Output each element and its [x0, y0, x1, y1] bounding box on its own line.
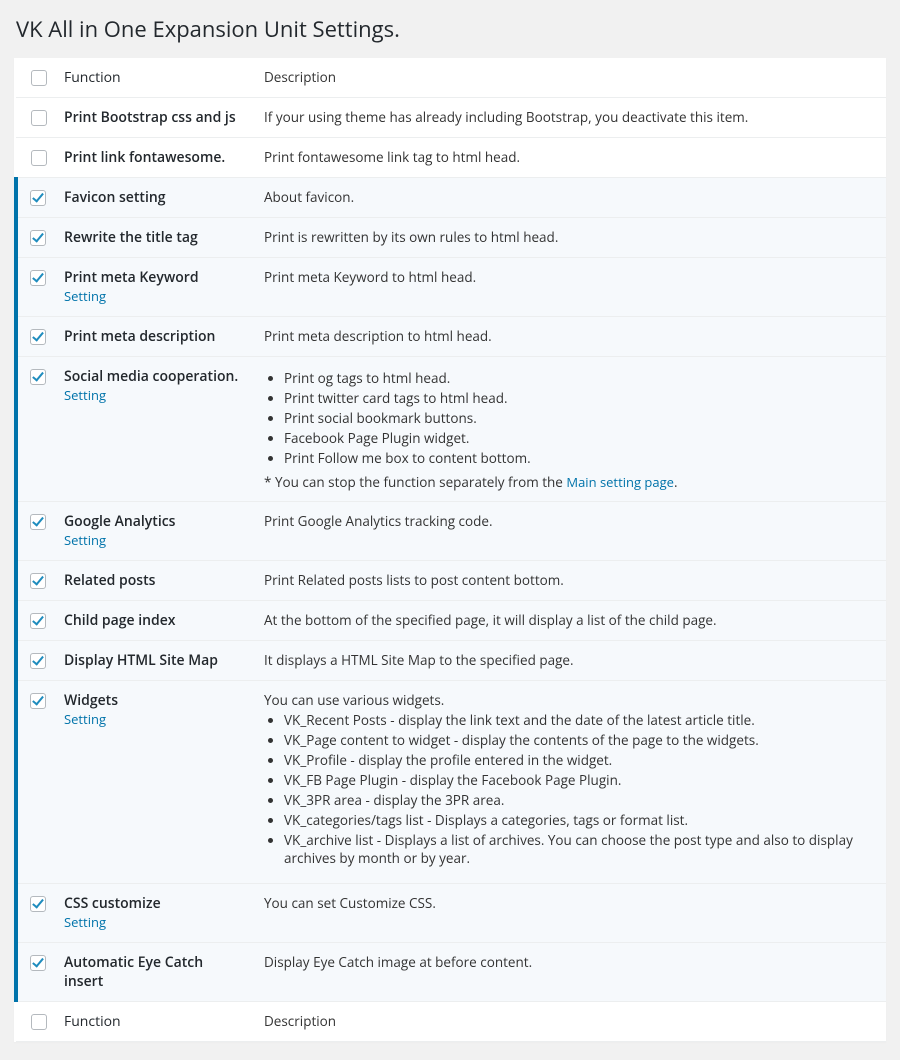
table-row-rewrite-title: Rewrite the title tag Print is rewritten …: [16, 218, 886, 258]
table-header-row: Function Description: [16, 58, 886, 98]
table-row-css-customize: CSS customizeSetting You can set Customiz…: [16, 884, 886, 943]
table-row-child-page-index: Child page index At the bottom of the spe…: [16, 601, 886, 641]
description-html-sitemap: It displays a HTML Site Map to the speci…: [254, 641, 886, 681]
function-name-css-customize: CSS customize: [64, 894, 244, 913]
description-intro-widgets: You can use various widgets.: [264, 691, 876, 709]
checkbox-auto-eyecatch[interactable]: [30, 955, 46, 971]
description-fontawesome: Print fontawesome link tag to html head.: [254, 138, 886, 178]
col-description-footer: Description: [254, 1002, 886, 1042]
table-row-google-analytics: Google AnalyticsSetting Print Google Anal…: [16, 502, 886, 561]
description-bootstrap: If your using theme has already includin…: [254, 98, 886, 138]
function-name-meta-keyword: Print meta Keyword: [64, 268, 244, 287]
description-auto-eyecatch: Display Eye Catch image at before conten…: [254, 943, 886, 1002]
setting-link-meta-keyword[interactable]: Setting: [64, 287, 106, 305]
checkbox-social-media[interactable]: [30, 369, 46, 385]
function-name-auto-eyecatch: Automatic Eye Catch insert: [64, 953, 244, 991]
function-name-rewrite-title: Rewrite the title tag: [64, 228, 244, 247]
note-suffix: .: [674, 473, 678, 491]
note-prefix: * You can stop the function separately f…: [264, 473, 566, 491]
checkbox-fontawesome[interactable]: [31, 150, 47, 166]
list-item: VK_Page content to widget - display the …: [284, 731, 876, 749]
select-all-checkbox-bottom[interactable]: [31, 1014, 47, 1030]
function-name-fontawesome: Print link fontawesome.: [64, 148, 244, 167]
checkbox-rewrite-title[interactable]: [30, 230, 46, 246]
table-row-meta-keyword: Print meta KeywordSetting Print meta Keyw…: [16, 258, 886, 317]
table-row-widgets: WidgetsSetting You can use various widget…: [16, 681, 886, 884]
list-item: Facebook Page Plugin widget.: [284, 429, 876, 447]
table-row-meta-description: Print meta description Print meta descrip…: [16, 317, 886, 357]
settings-table: Function Description Print Bootstrap css…: [14, 58, 886, 1042]
col-function-footer: Function: [54, 1002, 254, 1042]
description-list-widgets: VK_Recent Posts - display the link text …: [284, 711, 876, 867]
checkbox-child-page-index[interactable]: [30, 613, 46, 629]
description-rewrite-title: Print is rewritten by its own rules to h…: [254, 218, 886, 258]
table-row-auto-eyecatch: Automatic Eye Catch insert Display Eye Ca…: [16, 943, 886, 1002]
description-meta-keyword: Print meta Keyword to html head.: [254, 258, 886, 317]
table-row-favicon: Favicon setting About favicon.: [16, 178, 886, 218]
setting-link-css-customize[interactable]: Setting: [64, 913, 106, 931]
checkbox-meta-description[interactable]: [30, 329, 46, 345]
list-item: Print social bookmark buttons.: [284, 409, 876, 427]
checkbox-css-customize[interactable]: [30, 896, 46, 912]
list-item: VK_categories/tags list - Displays a cat…: [284, 811, 876, 829]
function-name-html-sitemap: Display HTML Site Map: [64, 651, 244, 670]
description-social-media: Print og tags to html head. Print twitter…: [254, 357, 886, 502]
function-name-social-media: Social media cooperation.: [64, 367, 244, 386]
table-row-social-media: Social media cooperation.Setting Print og…: [16, 357, 886, 502]
list-item: Print twitter card tags to html head.: [284, 389, 876, 407]
description-google-analytics: Print Google Analytics tracking code.: [254, 502, 886, 561]
description-css-customize: You can set Customize CSS.: [254, 884, 886, 943]
checkbox-bootstrap[interactable]: [31, 110, 47, 126]
list-item: Print og tags to html head.: [284, 369, 876, 387]
list-item: VK_3PR area - display the 3PR area.: [284, 791, 876, 809]
description-note-social-media: * You can stop the function separately f…: [264, 473, 876, 491]
checkbox-google-analytics[interactable]: [30, 514, 46, 530]
setting-link-social-media[interactable]: Setting: [64, 386, 106, 404]
main-setting-page-link[interactable]: Main setting page: [566, 473, 674, 491]
list-item: VK_Recent Posts - display the link text …: [284, 711, 876, 729]
list-item: VK_archive list - Displays a list of arc…: [284, 831, 876, 867]
checkbox-related-posts[interactable]: [30, 573, 46, 589]
select-all-checkbox-top[interactable]: [31, 70, 47, 86]
description-widgets: You can use various widgets. VK_Recent Po…: [254, 681, 886, 884]
table-row-bootstrap: Print Bootstrap css and js If your using …: [16, 98, 886, 138]
list-item: Print Follow me box to content bottom.: [284, 449, 876, 467]
function-name-related-posts: Related posts: [64, 571, 244, 590]
page-title: VK All in One Expansion Unit Settings.: [16, 14, 886, 44]
checkbox-widgets[interactable]: [30, 693, 46, 709]
description-meta-description: Print meta description to html head.: [254, 317, 886, 357]
table-row-fontawesome: Print link fontawesome. Print fontawesome…: [16, 138, 886, 178]
function-name-google-analytics: Google Analytics: [64, 512, 244, 531]
checkbox-favicon[interactable]: [30, 190, 46, 206]
function-name-meta-description: Print meta description: [64, 327, 244, 346]
checkbox-meta-keyword[interactable]: [30, 270, 46, 286]
col-function-header: Function: [54, 58, 254, 98]
checkbox-html-sitemap[interactable]: [30, 653, 46, 669]
description-favicon: About favicon.: [254, 178, 886, 218]
list-item: VK_Profile - display the profile entered…: [284, 751, 876, 769]
description-list-social-media: Print og tags to html head. Print twitter…: [284, 369, 876, 467]
function-name-bootstrap: Print Bootstrap css and js: [64, 108, 244, 127]
list-item: VK_FB Page Plugin - display the Facebook…: [284, 771, 876, 789]
table-row-related-posts: Related posts Print Related posts lists t…: [16, 561, 886, 601]
col-description-header: Description: [254, 58, 886, 98]
table-row-html-sitemap: Display HTML Site Map It displays a HTML …: [16, 641, 886, 681]
function-name-child-page-index: Child page index: [64, 611, 244, 630]
setting-link-widgets[interactable]: Setting: [64, 710, 106, 728]
setting-link-google-analytics[interactable]: Setting: [64, 531, 106, 549]
description-related-posts: Print Related posts lists to post conten…: [254, 561, 886, 601]
function-name-favicon: Favicon setting: [64, 188, 244, 207]
function-name-widgets: Widgets: [64, 691, 244, 710]
table-footer-row: Function Description: [16, 1002, 886, 1042]
description-child-page-index: At the bottom of the specified page, it …: [254, 601, 886, 641]
